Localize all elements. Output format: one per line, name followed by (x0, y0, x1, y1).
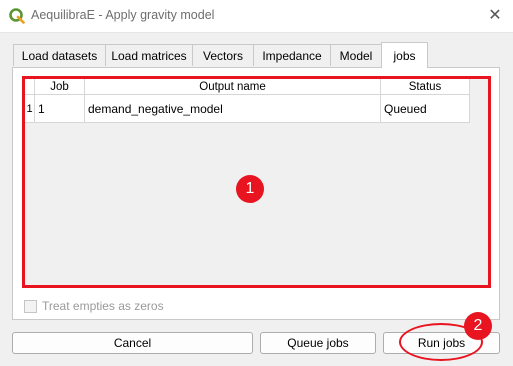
qgis-logo-icon (9, 8, 25, 24)
cell-job[interactable]: 1 (35, 95, 85, 123)
cancel-button[interactable]: Cancel (12, 332, 253, 354)
table-corner (25, 79, 35, 95)
tab-impedance[interactable]: Impedance (253, 44, 331, 66)
tab-model[interactable]: Model (330, 44, 382, 66)
column-header-output-name[interactable]: Output name (85, 79, 381, 95)
treat-empties-checkbox[interactable] (24, 300, 37, 313)
tab-load-matrices[interactable]: Load matrices (105, 44, 193, 66)
annotation-badge-1: 1 (236, 175, 264, 203)
tab-jobs[interactable]: jobs (381, 42, 428, 68)
close-button[interactable]: ✕ (485, 6, 505, 26)
title-bar: AequilibraE - Apply gravity model ✕ (0, 0, 513, 33)
row-header[interactable]: 1 (25, 95, 35, 123)
tab-vectors[interactable]: Vectors (192, 44, 254, 66)
queue-jobs-button[interactable]: Queue jobs (260, 332, 376, 354)
cell-status[interactable]: Queued (381, 95, 470, 123)
column-header-status[interactable]: Status (381, 79, 470, 95)
window-title: AequilibraE - Apply gravity model (31, 8, 215, 22)
cell-output-name[interactable]: demand_negative_model (85, 95, 381, 123)
tab-load-datasets[interactable]: Load datasets (13, 44, 106, 66)
treat-empties-label: Treat empties as zeros (42, 299, 164, 313)
column-header-job[interactable]: Job (35, 79, 85, 95)
annotation-badge-2: 2 (464, 312, 492, 340)
